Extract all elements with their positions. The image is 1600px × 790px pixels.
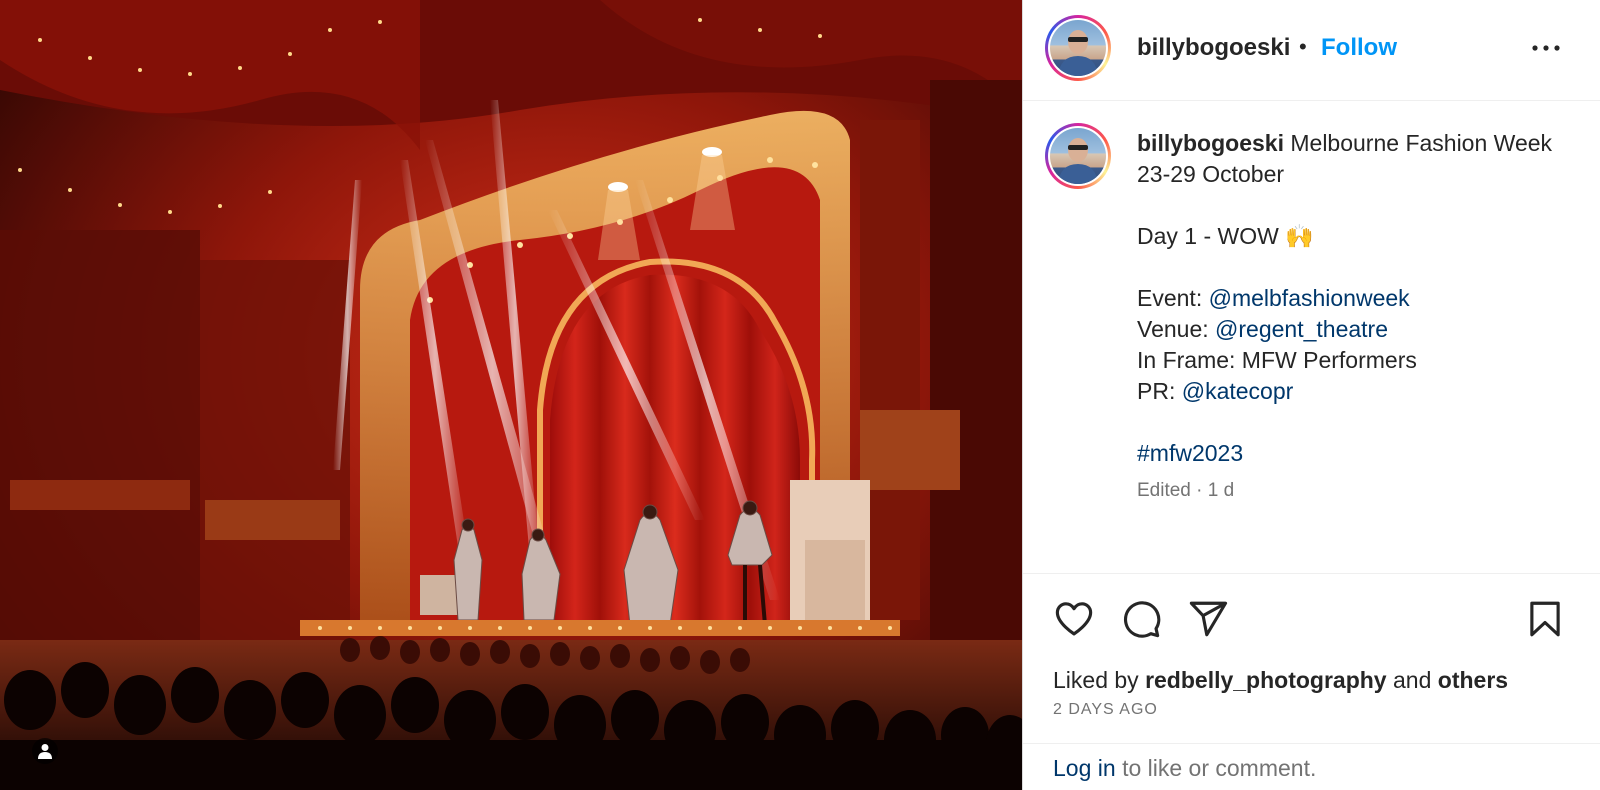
comment-icon[interactable] [1120, 598, 1162, 640]
separator-dot: • [1299, 34, 1307, 59]
in-frame-line: In Frame: MFW Performers [1137, 347, 1417, 373]
post-caption: billybogoeski Melbourne Fashion Week 23-… [1137, 128, 1557, 469]
avatar[interactable] [1045, 15, 1111, 81]
likes-summary: Liked by redbelly_photography and others [1053, 667, 1509, 693]
more-horizontal-icon[interactable] [1531, 36, 1561, 60]
heart-icon[interactable] [1053, 598, 1095, 640]
bookmark-icon[interactable] [1524, 598, 1566, 640]
login-prompt-text: to like or comment. [1122, 755, 1317, 781]
event-mention-link[interactable]: @melbfashionweek [1209, 285, 1410, 311]
user-icon [38, 744, 52, 759]
header-username[interactable]: billybogoeski [1137, 34, 1290, 62]
post-date[interactable]: 2 DAYS AGO [1053, 701, 1158, 719]
venue-mention-link[interactable]: @regent_theatre [1215, 316, 1388, 342]
divider [1023, 573, 1600, 574]
hashtag-link[interactable]: #mfw2023 [1137, 440, 1243, 466]
divider [1023, 743, 1600, 744]
caption-avatar[interactable] [1045, 123, 1111, 189]
follow-button[interactable]: Follow [1321, 34, 1397, 62]
caption-day-line: Day 1 - WOW 🙌 [1137, 223, 1314, 249]
login-link[interactable]: Log in [1053, 755, 1116, 781]
instagram-post: billybogoeski • Follow billybogoeski Mel… [0, 0, 1600, 790]
avatar-photo [1050, 128, 1106, 184]
event-label: Event: [1137, 285, 1203, 311]
liked-by-user-link[interactable]: redbelly_photography [1145, 667, 1387, 693]
tagged-users-button[interactable] [32, 738, 58, 764]
liked-by-others-link[interactable]: others [1438, 667, 1508, 693]
pr-label: PR: [1137, 378, 1176, 404]
avatar-photo [1050, 20, 1106, 76]
post-header: billybogoeski • Follow [1023, 0, 1600, 101]
login-prompt: Log in to like or comment. [1053, 755, 1316, 782]
post-photo[interactable] [0, 0, 1022, 790]
theatre-stage-image [0, 0, 1022, 790]
venue-label: Venue: [1137, 316, 1209, 342]
post-side-panel: billybogoeski • Follow billybogoeski Mel… [1022, 0, 1600, 790]
pr-mention-link[interactable]: @katecopr [1182, 378, 1294, 404]
share-icon[interactable] [1187, 598, 1229, 640]
edited-timestamp: Edited · 1 d [1137, 480, 1235, 501]
caption-username[interactable]: billybogoeski [1137, 130, 1284, 156]
